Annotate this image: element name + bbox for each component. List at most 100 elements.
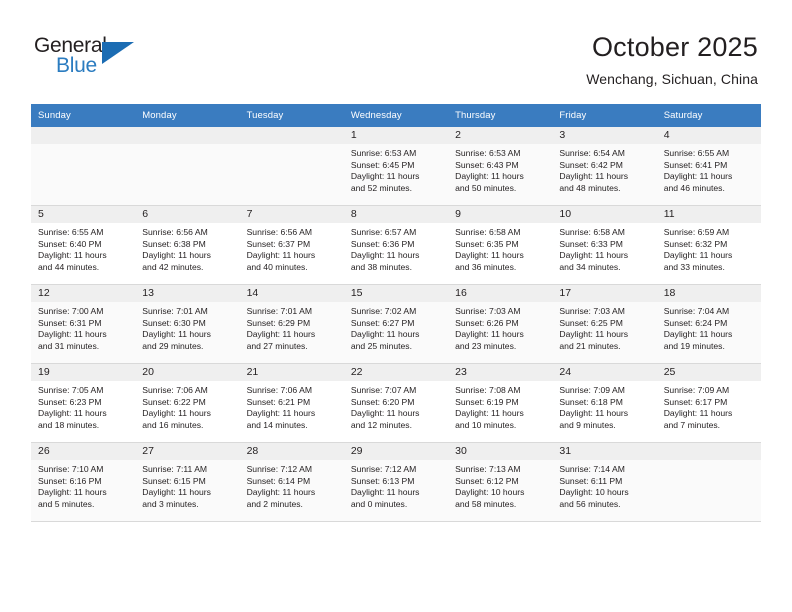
sunset-text: Sunset: 6:38 PM xyxy=(142,238,206,249)
sunset-text: Sunset: 6:36 PM xyxy=(350,238,415,249)
logo-text-blue: Blue xyxy=(56,54,97,77)
sunrise-text: Sunrise: 7:11 AM xyxy=(142,464,208,474)
day-details: Sunrise: 6:56 AM Sunset: 6:38 PM Daylight:… xyxy=(135,223,239,273)
daylight-text-line2: and 58 minutes. xyxy=(455,498,517,509)
daylight-text-line2: and 48 minutes. xyxy=(559,182,621,193)
sunrise-text: Sunrise: 7:14 AM xyxy=(559,464,625,474)
cell-inner: 8 Sunrise: 6:57 AM Sunset: 6:36 PM Daylight… xyxy=(343,206,449,284)
sunset-text: Sunset: 6:29 PM xyxy=(246,317,311,328)
calendar-day-cell[interactable]: 28 Sunrise: 7:12 AM Sunset: 6:14 PM Dayligh… xyxy=(239,442,344,522)
generalblue-logo[interactable]: General Blue xyxy=(34,34,144,80)
calendar-day-cell[interactable]: 17 Sunrise: 7:03 AM Sunset: 6:25 PM Dayligh… xyxy=(552,284,657,364)
sunrise-text: Sunrise: 6:58 AM xyxy=(559,227,625,237)
cell-inner: 30 Sunrise: 7:13 AM Sunset: 6:12 PM Dayligh… xyxy=(448,443,553,521)
calendar-day-cell[interactable]: 10 Sunrise: 6:58 AM Sunset: 6:33 PM Dayligh… xyxy=(552,205,657,285)
calendar-day-cell[interactable]: 15 Sunrise: 7:02 AM Sunset: 6:27 PM Dayligh… xyxy=(343,284,449,364)
daylight-text-line1: Daylight: 11 hours xyxy=(350,329,420,340)
day-number-blank xyxy=(135,127,240,144)
sunset-text: Sunset: 6:22 PM xyxy=(142,396,206,407)
daylight-text-line1: Daylight: 11 hours xyxy=(663,171,733,182)
daylight-text-line2: and 52 minutes. xyxy=(350,182,412,193)
calendar-day-cell[interactable]: 27 Sunrise: 7:11 AM Sunset: 6:15 PM Dayligh… xyxy=(135,442,240,522)
calendar-day-cell[interactable]: 21 Sunrise: 7:06 AM Sunset: 6:21 PM Dayligh… xyxy=(239,363,344,443)
day-details: Sunrise: 7:09 AM Sunset: 6:18 PM Daylight:… xyxy=(552,381,656,431)
sunrise-text: Sunrise: 6:56 AM xyxy=(246,227,313,237)
calendar-day-cell[interactable]: 23 Sunrise: 7:08 AM Sunset: 6:19 PM Dayligh… xyxy=(448,363,553,443)
daylight-text-line1: Daylight: 11 hours xyxy=(142,250,211,261)
calendar-day-cell[interactable]: 22 Sunrise: 7:07 AM Sunset: 6:20 PM Dayligh… xyxy=(343,363,449,443)
calendar-day-cell[interactable]: 30 Sunrise: 7:13 AM Sunset: 6:12 PM Dayligh… xyxy=(448,442,553,522)
calendar-day-cell[interactable]: 8 Sunrise: 6:57 AM Sunset: 6:36 PM Daylight… xyxy=(343,205,449,285)
sunrise-text: Sunrise: 7:05 AM xyxy=(38,385,104,395)
sunset-text: Sunset: 6:30 PM xyxy=(142,317,206,328)
sunrise-text: Sunrise: 6:59 AM xyxy=(663,227,730,237)
day-details: Sunrise: 6:58 AM Sunset: 6:35 PM Daylight:… xyxy=(448,223,552,273)
sunset-text: Sunset: 6:16 PM xyxy=(38,475,102,486)
calendar-day-cell[interactable]: 9 Sunrise: 6:58 AM Sunset: 6:35 PM Daylight… xyxy=(448,205,553,285)
calendar-header-row: Sunday Monday Tuesday Wednesday Thursday Frid… xyxy=(31,104,761,127)
daylight-text-line1: Daylight: 11 hours xyxy=(38,250,107,261)
calendar-week-row: 12 Sunrise: 7:00 AM Sunset: 6:31 PM Dayligh… xyxy=(31,284,761,364)
calendar-page: General Blue October 2025 Wenchang, Sich… xyxy=(0,0,792,612)
weekday-header-sunday: Sunday xyxy=(31,104,136,127)
calendar-day-cell[interactable]: 24 Sunrise: 7:09 AM Sunset: 6:18 PM Dayligh… xyxy=(552,363,657,443)
day-number: 11 xyxy=(656,206,761,223)
daylight-text-line2: and 40 minutes. xyxy=(246,261,308,272)
calendar-day-cell[interactable]: 14 Sunrise: 7:01 AM Sunset: 6:29 PM Dayligh… xyxy=(239,284,344,364)
calendar-day-cell[interactable]: 5 Sunrise: 6:55 AM Sunset: 6:40 PM Daylight… xyxy=(31,205,136,285)
day-number: 25 xyxy=(656,364,761,381)
calendar-day-cell[interactable]: 19 Sunrise: 7:05 AM Sunset: 6:23 PM Dayligh… xyxy=(31,363,136,443)
day-number: 10 xyxy=(552,206,657,223)
day-number: 1 xyxy=(343,127,449,144)
daylight-text-line1: Daylight: 11 hours xyxy=(350,408,420,419)
day-number: 30 xyxy=(448,443,553,460)
day-details: Sunrise: 7:04 AM Sunset: 6:24 PM Daylight:… xyxy=(657,302,761,352)
cell-inner: 17 Sunrise: 7:03 AM Sunset: 6:25 PM Dayligh… xyxy=(552,285,657,363)
weekday-header-thursday: Thursday xyxy=(448,104,553,127)
sunrise-text: Sunrise: 7:03 AM xyxy=(559,306,625,316)
calendar-day-cell[interactable]: 6 Sunrise: 6:56 AM Sunset: 6:38 PM Daylight… xyxy=(135,205,240,285)
day-number: 7 xyxy=(239,206,344,223)
daylight-text-line1: Daylight: 11 hours xyxy=(455,250,524,261)
calendar-week-row: 5 Sunrise: 6:55 AM Sunset: 6:40 PM Daylight… xyxy=(31,205,761,285)
calendar-day-cell[interactable]: 31 Sunrise: 7:14 AM Sunset: 6:11 PM Dayligh… xyxy=(552,442,657,522)
day-number: 31 xyxy=(552,443,657,460)
day-details: Sunrise: 6:54 AM Sunset: 6:42 PM Daylight:… xyxy=(552,144,656,194)
sunset-text: Sunset: 6:26 PM xyxy=(455,317,519,328)
cell-inner: 20 Sunrise: 7:06 AM Sunset: 6:22 PM Dayligh… xyxy=(135,364,240,442)
calendar-day-cell[interactable]: 1 Sunrise: 6:53 AM Sunset: 6:45 PM Daylight… xyxy=(343,127,449,206)
calendar-day-cell[interactable]: 3 Sunrise: 6:54 AM Sunset: 6:42 PM Daylight… xyxy=(552,127,657,206)
day-details: Sunrise: 7:09 AM Sunset: 6:17 PM Daylight:… xyxy=(657,381,761,431)
cell-inner: 23 Sunrise: 7:08 AM Sunset: 6:19 PM Dayligh… xyxy=(448,364,553,442)
calendar-day-cell[interactable]: 12 Sunrise: 7:00 AM Sunset: 6:31 PM Dayligh… xyxy=(31,284,136,364)
daylight-text-line1: Daylight: 11 hours xyxy=(663,329,733,340)
calendar-day-cell[interactable]: 13 Sunrise: 7:01 AM Sunset: 6:30 PM Dayligh… xyxy=(135,284,240,364)
sunset-text: Sunset: 6:33 PM xyxy=(559,238,623,249)
calendar-day-cell[interactable]: 20 Sunrise: 7:06 AM Sunset: 6:22 PM Dayligh… xyxy=(135,363,240,443)
cell-inner: 13 Sunrise: 7:01 AM Sunset: 6:30 PM Dayligh… xyxy=(135,285,240,363)
day-number: 8 xyxy=(343,206,449,223)
calendar-day-cell[interactable]: 2 Sunrise: 6:53 AM Sunset: 6:43 PM Daylight… xyxy=(448,127,553,206)
daylight-text-line1: Daylight: 11 hours xyxy=(455,408,524,419)
daylight-text-line2: and 7 minutes. xyxy=(663,419,721,430)
daylight-text-line1: Daylight: 11 hours xyxy=(455,329,524,340)
calendar-day-cell[interactable]: 18 Sunrise: 7:04 AM Sunset: 6:24 PM Dayligh… xyxy=(656,284,761,364)
cell-inner: 16 Sunrise: 7:03 AM Sunset: 6:26 PM Dayligh… xyxy=(448,285,553,363)
calendar-day-cell[interactable]: 25 Sunrise: 7:09 AM Sunset: 6:17 PM Dayligh… xyxy=(656,363,761,443)
cell-inner: 22 Sunrise: 7:07 AM Sunset: 6:20 PM Dayligh… xyxy=(343,364,449,442)
daylight-text-line1: Daylight: 11 hours xyxy=(246,408,316,419)
weekday-header-monday: Monday xyxy=(135,104,240,127)
sunrise-text: Sunrise: 7:09 AM xyxy=(663,385,730,395)
calendar-day-cell[interactable]: 7 Sunrise: 6:56 AM Sunset: 6:37 PM Daylight… xyxy=(239,205,344,285)
calendar-day-cell[interactable]: 11 Sunrise: 6:59 AM Sunset: 6:32 PM Dayligh… xyxy=(656,205,761,285)
daylight-text-line2: and 19 minutes. xyxy=(663,340,725,351)
day-number-blank xyxy=(31,127,136,144)
weekday-header-tuesday: Tuesday xyxy=(239,104,344,127)
calendar-day-cell[interactable]: 16 Sunrise: 7:03 AM Sunset: 6:26 PM Dayligh… xyxy=(448,284,553,364)
daylight-text-line1: Daylight: 11 hours xyxy=(559,329,629,340)
sunset-text: Sunset: 6:42 PM xyxy=(559,159,623,170)
calendar-day-cell[interactable]: 26 Sunrise: 7:10 AM Sunset: 6:16 PM Dayligh… xyxy=(31,442,136,522)
calendar-day-cell[interactable]: 29 Sunrise: 7:12 AM Sunset: 6:13 PM Dayligh… xyxy=(343,442,449,522)
calendar-day-cell[interactable]: 4 Sunrise: 6:55 AM Sunset: 6:41 PM Daylight… xyxy=(656,127,761,206)
cell-inner: 24 Sunrise: 7:09 AM Sunset: 6:18 PM Dayligh… xyxy=(552,364,657,442)
